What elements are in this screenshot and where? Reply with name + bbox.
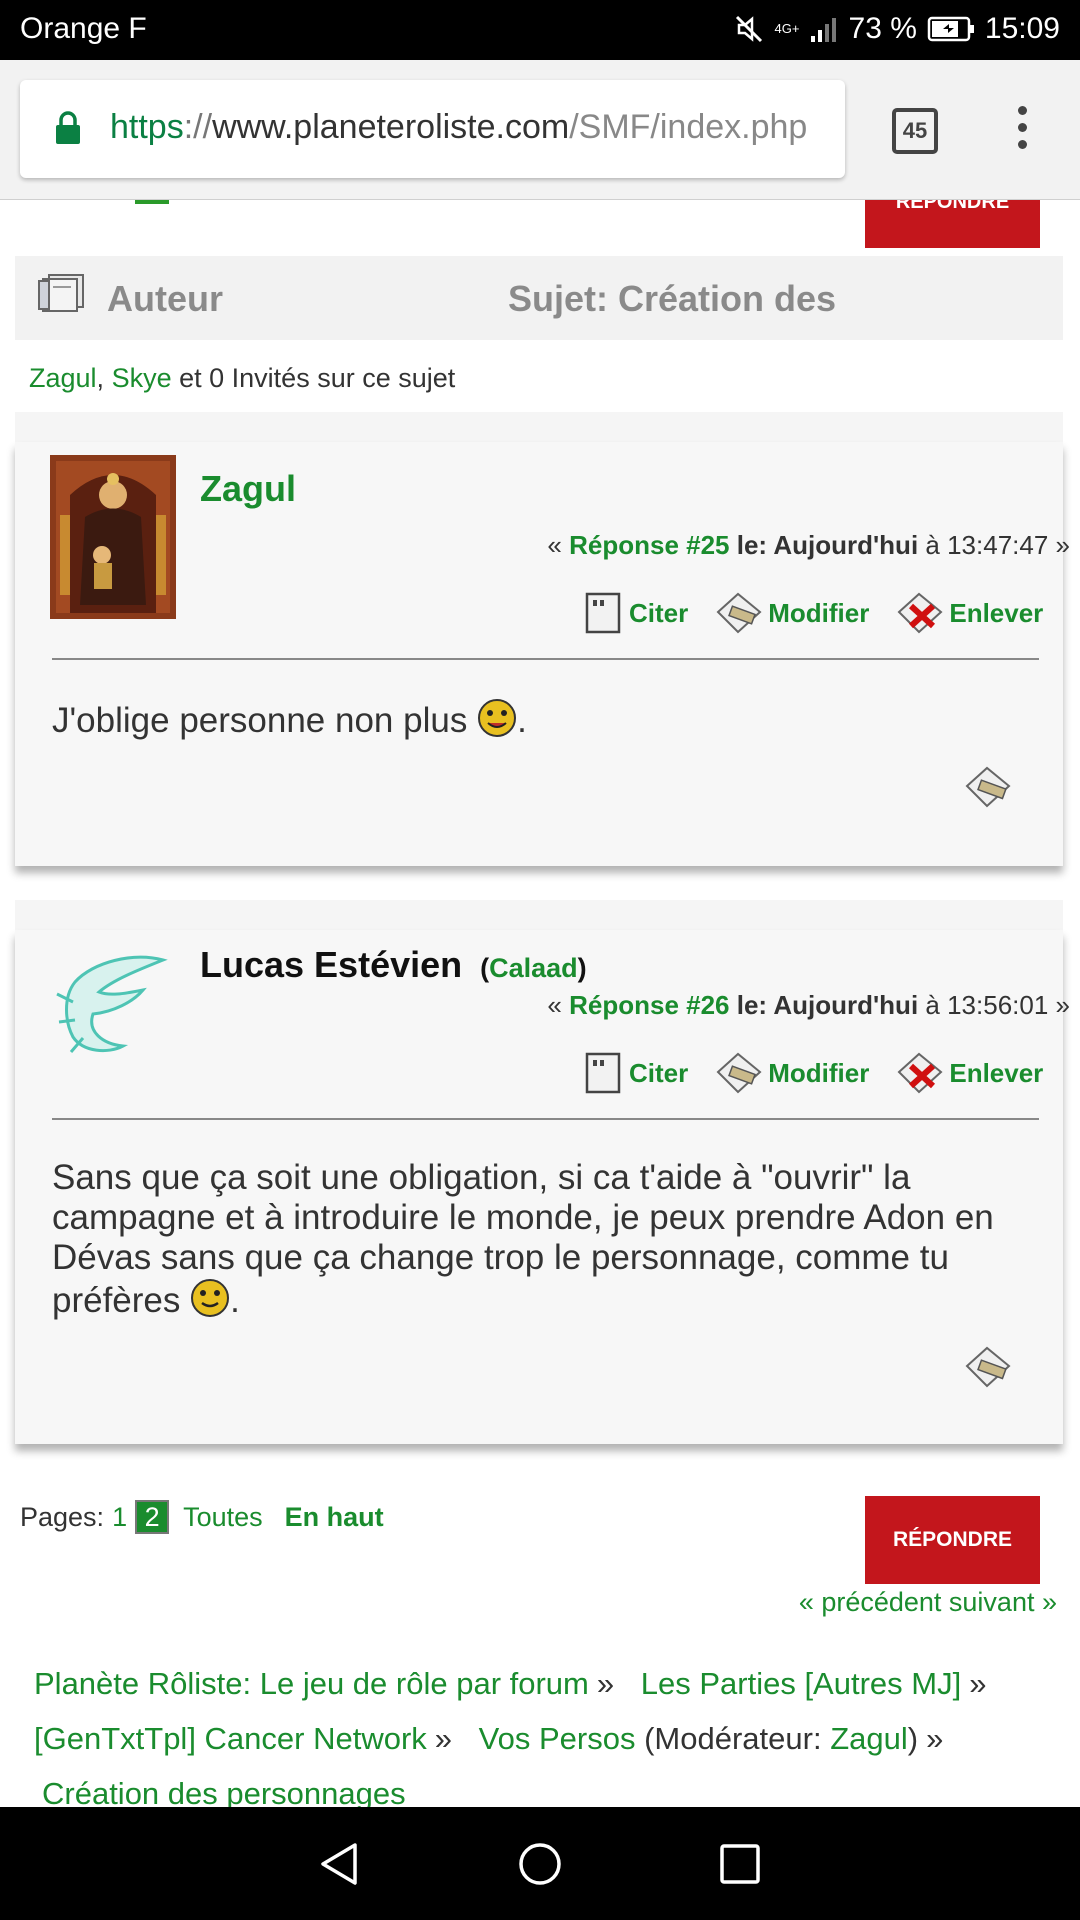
current-page: 2 [135, 1500, 170, 1534]
report-icon[interactable] [965, 764, 1015, 815]
report-icon[interactable] [965, 1344, 1015, 1395]
quote-button[interactable]: Citer [583, 1052, 688, 1094]
remove-button[interactable]: Enlever [897, 590, 1043, 636]
viewer-link-zagul[interactable]: Zagul [29, 363, 97, 393]
status-icons: 4G+ 73 % 15:09 [733, 12, 1060, 46]
smiley-icon [191, 1279, 230, 1317]
prev-next-links[interactable]: « précédent suivant » [799, 1587, 1057, 1618]
breadcrumb-cancer-network[interactable]: [GenTxtTpl] Cancer Network [34, 1721, 427, 1756]
avatar-lucas[interactable] [53, 942, 173, 1067]
edit-icon [716, 592, 762, 634]
subject-column-header: Sujet: Création des [508, 278, 837, 319]
breadcrumb-current-topic[interactable]: Création des personnages [42, 1776, 406, 1811]
poster-alias: Calaad [489, 953, 578, 983]
page-indicator-hint [135, 200, 169, 204]
quote-button[interactable]: Citer [583, 592, 688, 634]
post-1: Zagul « Réponse #25 le: Aujourd'hui à 13… [15, 442, 1070, 866]
pagination: Pages: 1 2 Toutes En haut [20, 1500, 384, 1534]
all-pages-link[interactable]: Toutes [183, 1502, 263, 1533]
home-icon[interactable] [515, 1839, 565, 1894]
reply-number-link[interactable]: Réponse #26 [569, 990, 729, 1020]
mute-icon [733, 13, 765, 45]
overflow-menu-icon[interactable] [1012, 106, 1032, 156]
breadcrumb-parties[interactable]: Les Parties [Autres MJ] [641, 1666, 961, 1701]
post-body: Sans que ça soit une obligation, si ca t… [52, 1158, 994, 1320]
edit-button[interactable]: Modifier [716, 1050, 869, 1096]
topic-viewers: Zagul, Skye et 0 Invités sur ce sujet [29, 363, 456, 393]
moderator-link[interactable]: Zagul [830, 1721, 908, 1756]
smiley-icon [478, 699, 517, 737]
viewer-link-skye[interactable]: Skye [112, 363, 172, 393]
breadcrumb-vos-persos[interactable]: Vos Persos [479, 1721, 636, 1756]
post-meta: « Réponse #26 le: Aujourd'hui à 13:56:01… [547, 990, 1070, 1020]
quote-icon [585, 1052, 621, 1094]
tabs-icon[interactable]: 45 [892, 108, 938, 154]
status-bar: Orange F 4G+ 73 % 15:09 [0, 0, 1080, 60]
network-type: 4G+ [774, 21, 800, 36]
post-actions: Citer Modifier Enlever [583, 1050, 1071, 1096]
recents-icon[interactable] [715, 1839, 765, 1894]
battery-icon [927, 15, 975, 43]
remove-button[interactable]: Enlever [897, 1050, 1043, 1096]
post-divider [52, 1118, 1039, 1120]
post-body: J'oblige personne non plus . [52, 698, 1012, 741]
url-bar[interactable]: https://www.planeteroliste.com/SMF/index… [20, 80, 845, 178]
breadcrumb-home[interactable]: Planète Rôliste: Le jeu de rôle par foru… [34, 1666, 589, 1701]
author-column-header: Auteur [107, 278, 223, 319]
remove-icon [897, 1052, 943, 1094]
breadcrumb: Planète Rôliste: Le jeu de rôle par foru… [34, 1666, 987, 1811]
battery-level: 73 % [848, 12, 917, 45]
post-separator [15, 412, 1063, 442]
avatar-zagul[interactable] [50, 455, 176, 624]
reply-button-top[interactable]: RÉPONDRE [865, 200, 1040, 248]
remove-icon [897, 592, 943, 634]
post-2: Lucas Estévien (Calaad) « Réponse #26 le:… [15, 930, 1070, 1444]
url-text: https://www.planeteroliste.com/SMF/index… [110, 108, 808, 146]
browser-toolbar: https://www.planeteroliste.com/SMF/index… [0, 60, 1080, 200]
clock: 15:09 [984, 12, 1060, 45]
reply-number-link[interactable]: Réponse #25 [569, 530, 729, 560]
page-link-1[interactable]: 1 [112, 1502, 127, 1533]
quote-icon [585, 592, 621, 634]
back-icon[interactable] [315, 1839, 365, 1894]
poster-name[interactable]: Zagul [200, 468, 296, 510]
carrier-name: Orange F [20, 12, 147, 45]
post-actions: Citer Modifier Enlever [583, 590, 1071, 636]
android-nav-bar [0, 1807, 1080, 1920]
post-separator [15, 900, 1063, 930]
post-divider [52, 658, 1039, 660]
post-meta: « Réponse #25 le: Aujourd'hui à 13:47:47… [547, 530, 1070, 560]
edit-icon [716, 1052, 762, 1094]
signal-icon [809, 14, 839, 44]
edit-button[interactable]: Modifier [716, 590, 869, 636]
lock-icon [54, 110, 82, 151]
reply-button-bottom[interactable]: RÉPONDRE [865, 1496, 1040, 1584]
back-to-top-link[interactable]: En haut [285, 1502, 384, 1533]
topic-header: Auteur Sujet: Création des [15, 256, 1063, 340]
poster-name[interactable]: Lucas Estévien (Calaad) [200, 944, 587, 986]
topic-icon [37, 273, 87, 318]
